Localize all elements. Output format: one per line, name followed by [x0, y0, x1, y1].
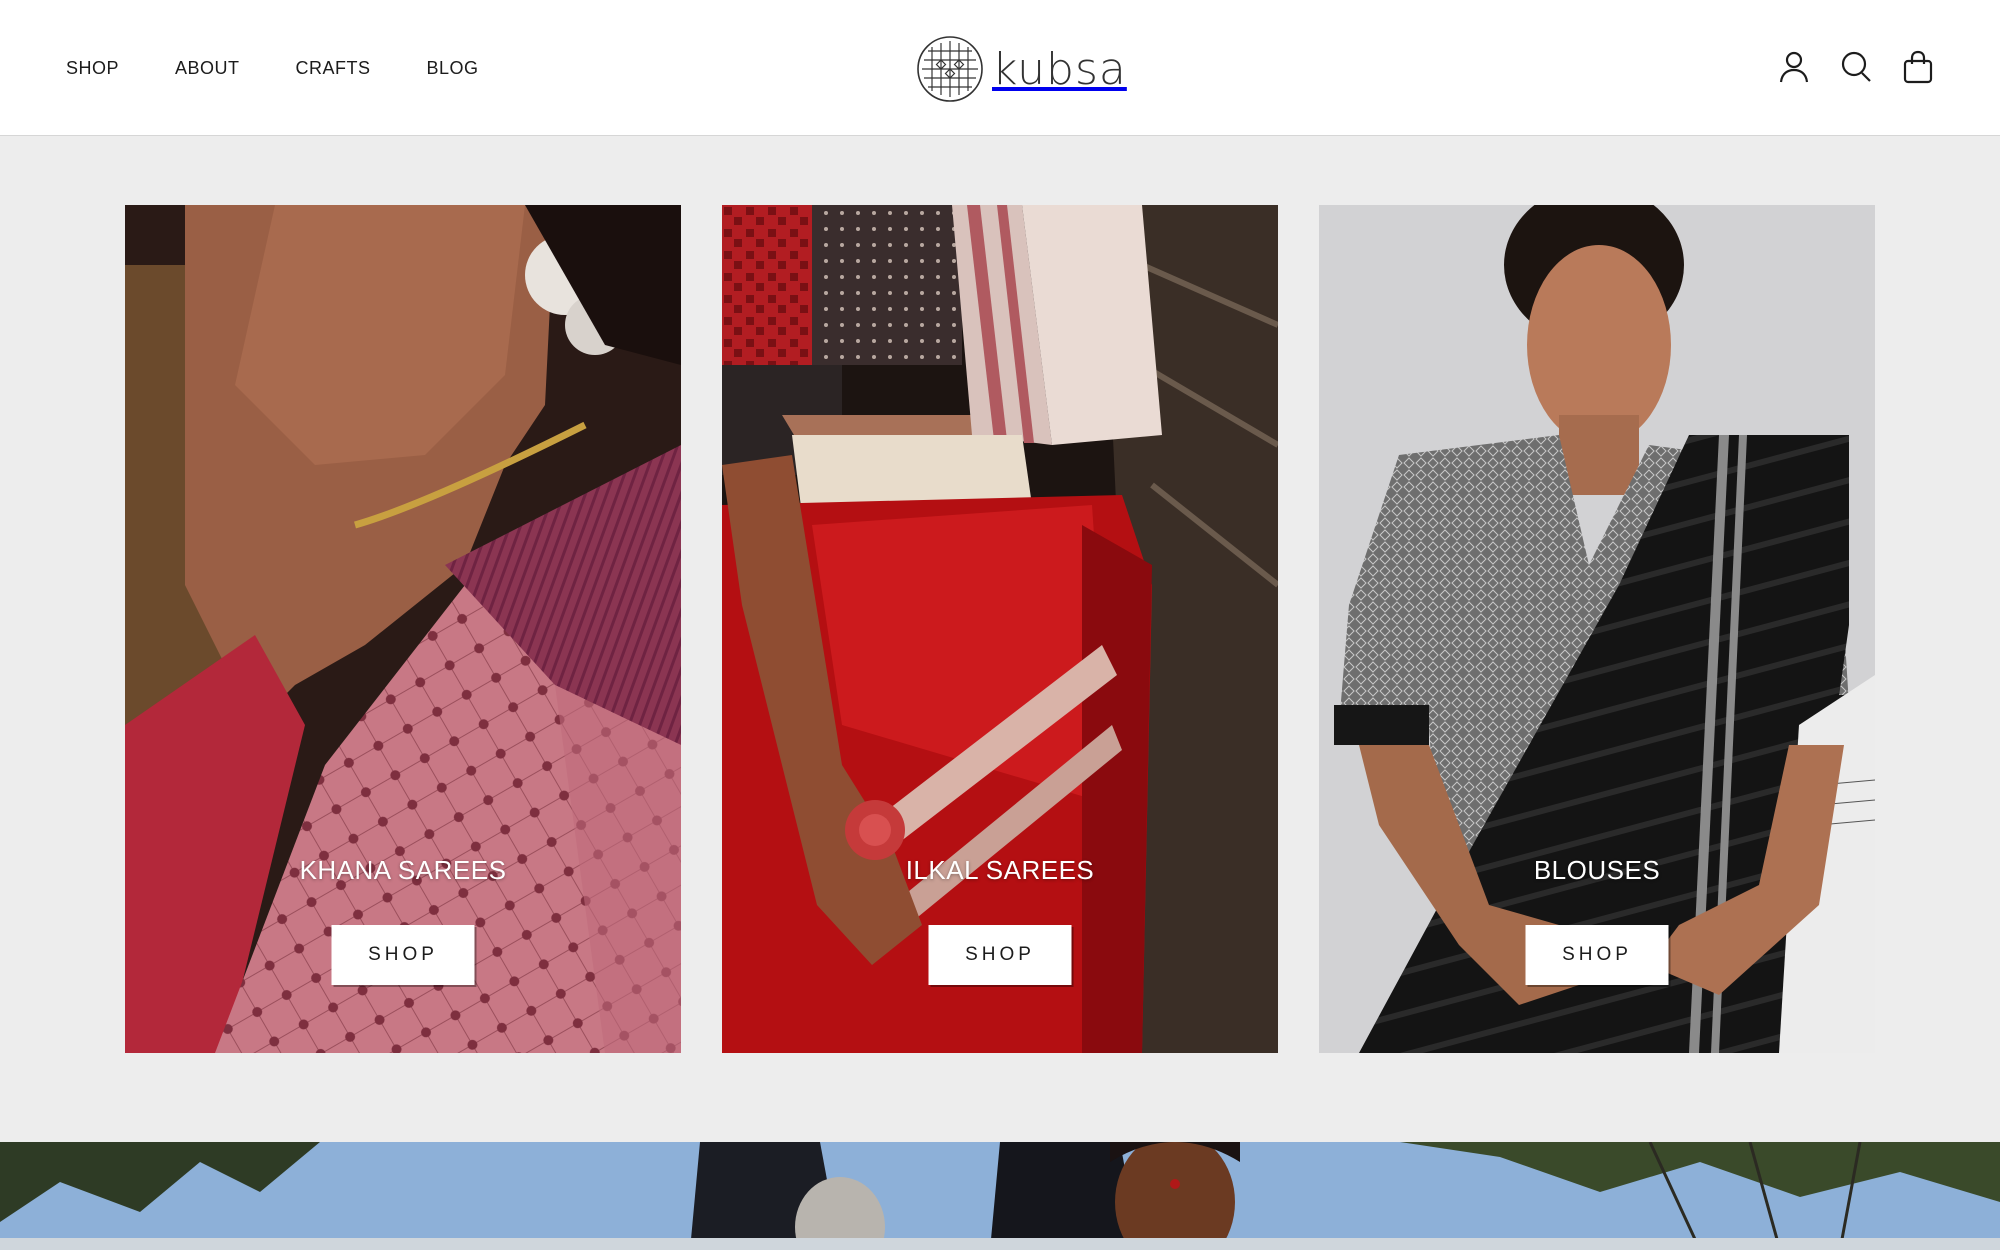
brand-name: kubsa — [992, 43, 1127, 95]
shop-blouses-button[interactable]: SHOP — [1525, 925, 1669, 985]
crafts-banner-photo — [0, 1142, 2000, 1250]
main-nav: SHOP ABOUT CRAFTS BLOG — [66, 0, 535, 136]
cart-icon[interactable] — [1902, 50, 1934, 84]
brand-logo[interactable]: kubsa — [916, 34, 1127, 104]
header-actions — [1778, 50, 1934, 84]
search-icon[interactable] — [1840, 50, 1872, 84]
nav-about[interactable]: ABOUT — [175, 58, 240, 79]
collection-title: KHANA SAREES — [299, 855, 507, 885]
collection-card-ilkal[interactable]: ILKAL SAREES SHOP — [722, 205, 1278, 1053]
collection-title: BLOUSES — [1533, 855, 1661, 885]
shop-ilkal-button[interactable]: SHOP — [928, 925, 1072, 985]
nav-blog[interactable]: BLOG — [427, 58, 479, 79]
shop-khana-button[interactable]: SHOP — [331, 925, 475, 985]
site-header: SHOP ABOUT CRAFTS BLOG kubsa — [0, 0, 2000, 136]
collection-card-khana[interactable]: KHANA SAREES SHOP — [125, 205, 681, 1053]
account-icon[interactable] — [1778, 50, 1810, 84]
nav-crafts[interactable]: CRAFTS — [296, 58, 371, 79]
kubsa-emblem-icon — [917, 36, 983, 102]
collection-card-blouses[interactable]: BLOUSES SHOP — [1319, 205, 1875, 1053]
collection-title: ILKAL SAREES — [905, 855, 1095, 885]
nav-shop[interactable]: SHOP — [66, 58, 119, 79]
